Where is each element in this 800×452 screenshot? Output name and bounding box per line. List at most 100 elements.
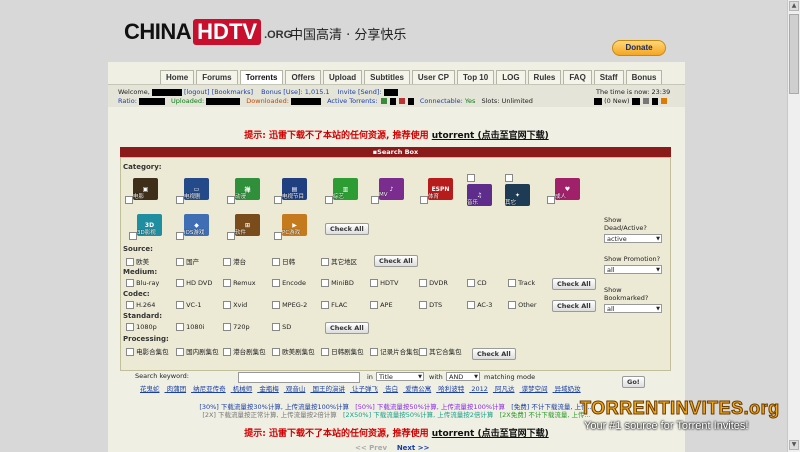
category-check-all-button[interactable]: Check All xyxy=(325,223,369,235)
medium-checkbox[interactable] xyxy=(176,279,184,287)
bonus-link[interactable]: Bonus [Use]: 1,015.1 xyxy=(261,88,329,96)
source-option[interactable]: 欧美 xyxy=(126,256,149,266)
processing-option[interactable]: 电影合集包 xyxy=(126,346,169,356)
hot-keyword-link[interactable]: 让子弹飞 xyxy=(352,385,378,393)
category-checkbox[interactable] xyxy=(227,232,235,240)
scroll-up-arrow-icon[interactable]: ▲ xyxy=(789,1,799,11)
standard-option[interactable]: SD xyxy=(272,323,291,331)
medium-checkbox[interactable] xyxy=(370,279,378,287)
standard-option[interactable]: 720p xyxy=(223,323,250,331)
utorrent-link-bottom[interactable]: utorrent (点击至官网下载) xyxy=(432,429,549,439)
category-checkbox[interactable] xyxy=(467,174,475,182)
hot-keyword-link[interactable]: 哈利波特 xyxy=(438,385,464,393)
medium-option[interactable]: MiniBD xyxy=(321,279,354,287)
medium-checkbox[interactable] xyxy=(419,279,427,287)
processing-option[interactable]: 欧美剧集包 xyxy=(272,346,315,356)
hot-keyword-link[interactable]: 观音山 xyxy=(286,385,306,393)
tab-offers[interactable]: Offers xyxy=(285,70,321,84)
standard-option[interactable]: 1080p xyxy=(126,323,157,331)
codec-checkbox[interactable] xyxy=(321,301,329,309)
medium-check-all-button[interactable]: Check All xyxy=(552,278,596,290)
processing-checkbox[interactable] xyxy=(272,348,280,356)
search-box-header[interactable]: ▪Search Box xyxy=(120,147,671,157)
source-checkbox[interactable] xyxy=(321,258,329,266)
show-promotion-select[interactable]: all xyxy=(604,265,662,275)
scroll-down-arrow-icon[interactable]: ▼ xyxy=(789,440,799,450)
user-icon[interactable] xyxy=(642,98,649,104)
tab-forums[interactable]: Forums xyxy=(196,70,238,84)
processing-checkbox[interactable] xyxy=(126,348,134,356)
tab-staff[interactable]: Staff xyxy=(593,70,624,84)
source-option[interactable]: 国产 xyxy=(176,256,199,266)
hot-keyword-link[interactable]: 异域奶妆 xyxy=(555,385,581,393)
standard-checkbox[interactable] xyxy=(176,323,184,331)
category-tv-series[interactable]: ▭ 电视剧 xyxy=(176,178,216,210)
category-movie[interactable]: ▣ 电影 xyxy=(125,178,165,210)
search-keyword-input[interactable] xyxy=(238,372,360,383)
codec-checkbox[interactable] xyxy=(419,301,427,309)
hot-keyword-link[interactable]: 纳尼亚传奇 xyxy=(193,385,226,393)
source-check-all-button[interactable]: Check All xyxy=(374,255,418,267)
tab-user-cp[interactable]: User CP xyxy=(411,70,456,84)
category-checkbox[interactable] xyxy=(420,196,428,204)
medium-option[interactable]: Encode xyxy=(272,279,306,287)
messages-new[interactable]: (0 New) xyxy=(604,97,629,105)
codec-checkbox[interactable] xyxy=(126,301,134,309)
medium-checkbox[interactable] xyxy=(467,279,475,287)
rss-icon[interactable] xyxy=(660,98,667,104)
category-variety[interactable]: ▥ 综艺 xyxy=(325,178,365,210)
category-checkbox[interactable] xyxy=(505,174,513,182)
processing-option[interactable]: 港台剧集包 xyxy=(223,346,266,356)
processing-checkbox[interactable] xyxy=(176,348,184,356)
codec-checkbox[interactable] xyxy=(272,301,280,309)
next-page-link[interactable]: Next >> xyxy=(397,444,430,452)
codec-option[interactable]: APE xyxy=(370,301,393,309)
hot-keyword-link[interactable]: 机械师 xyxy=(233,385,253,393)
tab-rules[interactable]: Rules xyxy=(527,70,562,84)
source-option[interactable]: 日韩 xyxy=(272,256,295,266)
category-anime[interactable]: 禅动漫 xyxy=(227,178,267,210)
codec-option[interactable]: DTS xyxy=(419,301,442,309)
category-checkbox[interactable] xyxy=(176,196,184,204)
medium-option[interactable]: Track xyxy=(508,279,535,287)
processing-option[interactable]: 其它合集包 xyxy=(419,346,462,356)
category-checkbox[interactable] xyxy=(227,196,235,204)
hot-keyword-link[interactable]: 肉蒲团 xyxy=(167,385,187,393)
category-software[interactable]: ⊞ 软件 xyxy=(227,214,267,246)
category-checkbox[interactable] xyxy=(325,196,333,204)
bookmarks-link[interactable]: [Bookmarks] xyxy=(212,88,253,96)
category-checkbox[interactable] xyxy=(274,196,282,204)
category-sports[interactable]: ESPN 体育 xyxy=(420,178,460,210)
codec-checkbox[interactable] xyxy=(370,301,378,309)
hot-keyword-link[interactable]: 2012 xyxy=(471,385,488,393)
codec-check-all-button[interactable]: Check All xyxy=(552,300,596,312)
category-ios-games[interactable]: ◆ iOS游戏 xyxy=(176,214,216,246)
show-dead-select[interactable]: active xyxy=(604,234,662,244)
category-checkbox[interactable] xyxy=(125,196,133,204)
tab-torrents[interactable]: Torrents xyxy=(239,70,284,84)
medium-option[interactable]: HDTV xyxy=(370,279,398,287)
category-checkbox[interactable] xyxy=(176,232,184,240)
processing-checkbox[interactable] xyxy=(419,348,427,356)
medium-checkbox[interactable] xyxy=(223,279,231,287)
hot-keyword-link[interactable]: 阿凡达 xyxy=(495,385,515,393)
category-checkbox[interactable] xyxy=(371,196,379,204)
hot-keyword-link[interactable]: 谍梦空间 xyxy=(522,385,548,393)
processing-option[interactable]: 国内剧集包 xyxy=(176,346,219,356)
tab-top-10[interactable]: Top 10 xyxy=(457,70,495,84)
tab-faq[interactable]: FAQ xyxy=(563,70,592,84)
codec-checkbox[interactable] xyxy=(223,301,231,309)
medium-checkbox[interactable] xyxy=(321,279,329,287)
codec-option[interactable]: MPEG-2 xyxy=(272,301,307,309)
hot-keyword-link[interactable]: 金瓶梅 xyxy=(259,385,279,393)
medium-option[interactable]: Blu-ray xyxy=(126,279,159,287)
medium-checkbox[interactable] xyxy=(126,279,134,287)
source-option[interactable]: 港台 xyxy=(223,256,246,266)
category-adult[interactable]: ♥ 成人 xyxy=(547,178,587,210)
codec-checkbox[interactable] xyxy=(176,301,184,309)
codec-option[interactable]: H.264 xyxy=(126,301,155,309)
standard-checkbox[interactable] xyxy=(223,323,231,331)
source-checkbox[interactable] xyxy=(126,258,134,266)
codec-option[interactable]: VC-1 xyxy=(176,301,202,309)
utorrent-link[interactable]: utorrent (点击至官网下载) xyxy=(432,131,549,141)
